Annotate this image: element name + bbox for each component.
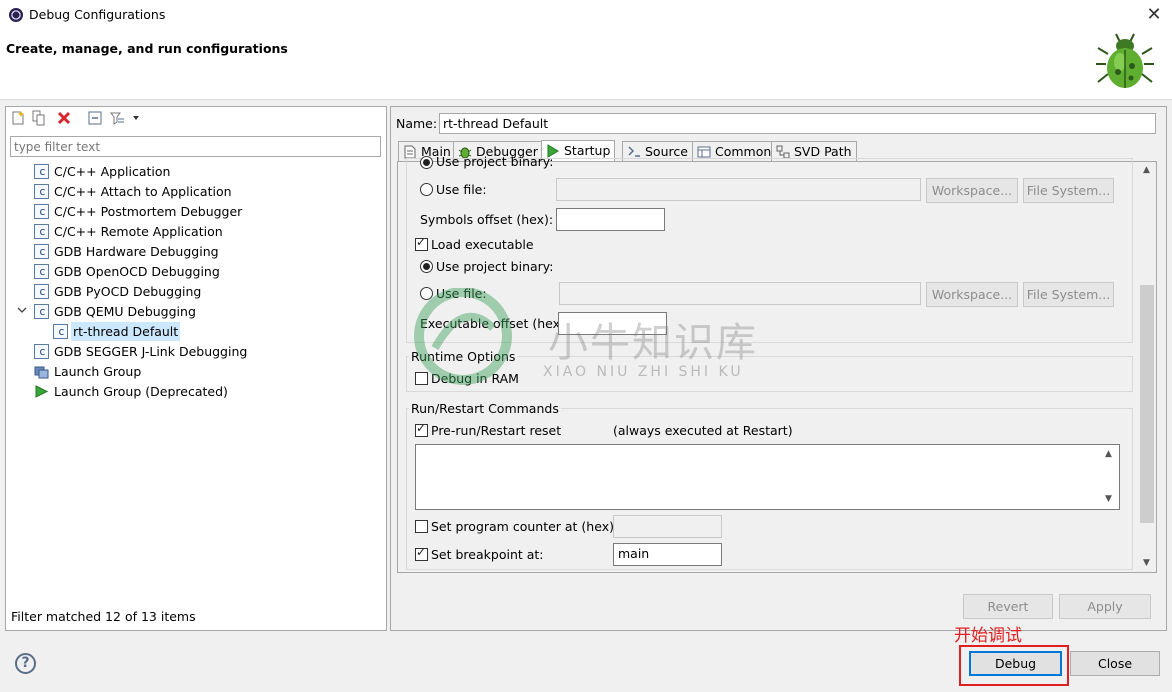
textarea-scroll-down-icon[interactable]: ▼ <box>1105 494 1112 504</box>
set-pc-label: Set program counter at (hex): <box>431 519 619 534</box>
header-title: Create, manage, and run configurations <box>6 41 288 56</box>
duplicate-config-icon[interactable] <box>31 110 47 126</box>
c-config-icon <box>34 182 49 201</box>
set-pc-input[interactable] <box>613 515 722 538</box>
symbols-file-field[interactable] <box>556 178 921 201</box>
window-title: Debug Configurations <box>29 7 166 22</box>
watermark-text: 小牛知识库 <box>548 320 758 366</box>
expand-chevron-icon[interactable] <box>17 305 27 318</box>
annotation-label: 开始调试 <box>954 626 1022 646</box>
source-tab-icon <box>628 146 640 157</box>
load-executable-checkbox[interactable] <box>415 235 428 251</box>
close-button[interactable]: Close <box>1070 651 1160 676</box>
c-config-icon <box>34 242 49 261</box>
use-project-binary-radio-top[interactable] <box>420 156 433 169</box>
debug-bug-icon <box>1096 33 1154 88</box>
workspace-button-1[interactable]: Workspace... <box>926 178 1018 203</box>
load-executable-label: Load executable <box>431 237 534 252</box>
workspace-button-2[interactable]: Workspace... <box>926 282 1018 307</box>
use-file-radio-1[interactable] <box>420 183 433 196</box>
apply-button[interactable]: Apply <box>1059 594 1151 619</box>
pre-run-reset-checkbox[interactable] <box>415 421 428 437</box>
set-breakpoint-label: Set breakpoint at: <box>431 547 544 562</box>
set-pc-checkbox[interactable] <box>415 520 428 533</box>
eclipse-icon <box>9 8 23 22</box>
watermark-subtext: XIAO NIU ZHI SHI KU <box>543 364 744 380</box>
use-project-binary-radio[interactable] <box>420 260 433 273</box>
run-restart-title: Run/Restart Commands <box>409 401 561 416</box>
c-config-icon <box>34 262 49 281</box>
textarea-scroll-up-icon[interactable]: ▲ <box>1105 449 1112 459</box>
set-breakpoint-checkbox[interactable] <box>415 545 428 561</box>
use-project-binary-label: Use project binary: <box>436 259 554 274</box>
delete-config-icon[interactable] <box>56 110 72 126</box>
watermark-logo-icon <box>414 288 512 385</box>
help-icon[interactable]: ? <box>15 653 36 674</box>
chevron-down-icon[interactable] <box>131 110 141 126</box>
collapse-all-icon[interactable] <box>87 110 103 126</box>
debug-button[interactable]: Debug <box>969 651 1062 676</box>
svd-tab-icon <box>776 145 790 159</box>
filesystem-button-2[interactable]: File System... <box>1023 282 1114 307</box>
launch-run-icon <box>35 385 49 398</box>
scroll-down-icon[interactable]: ▼ <box>1143 558 1150 568</box>
revert-button[interactable]: Revert <box>963 594 1053 619</box>
launch-group-icon <box>34 366 49 379</box>
title-bar <box>0 0 1172 30</box>
symbols-offset-label: Symbols offset (hex): <box>420 212 554 227</box>
c-config-icon <box>34 222 49 241</box>
run-commands-textarea[interactable] <box>415 444 1120 510</box>
c-config-icon <box>34 282 49 301</box>
filter-icon[interactable] <box>109 110 125 126</box>
use-project-binary-label-top: Use project binary: <box>436 154 554 169</box>
window-close-button[interactable]: ✕ <box>1140 2 1168 28</box>
filter-status: Filter matched 12 of 13 items <box>11 609 196 624</box>
new-config-icon[interactable] <box>10 110 26 126</box>
scrollbar-thumb[interactable] <box>1140 285 1154 523</box>
c-config-icon <box>34 342 49 361</box>
filesystem-button-1[interactable]: File System... <box>1023 178 1114 203</box>
c-config-icon <box>53 322 68 341</box>
pre-run-reset-label: Pre-run/Restart reset <box>431 423 562 438</box>
c-config-icon <box>34 162 49 181</box>
name-label: Name: <box>396 116 438 131</box>
use-file-label-1: Use file: <box>436 182 487 197</box>
main-tab-icon <box>404 145 416 159</box>
scroll-up-icon[interactable]: ▲ <box>1143 165 1150 175</box>
common-tab-icon <box>697 146 711 158</box>
c-config-icon <box>34 302 49 321</box>
config-name-input[interactable] <box>439 113 1156 134</box>
c-config-icon <box>34 202 49 221</box>
filter-input[interactable] <box>10 136 381 157</box>
breakpoint-input[interactable]: main <box>613 543 722 566</box>
executable-file-field[interactable] <box>559 282 921 305</box>
always-executed-label: (always executed at Restart) <box>613 423 793 438</box>
symbols-offset-input[interactable] <box>556 208 665 231</box>
